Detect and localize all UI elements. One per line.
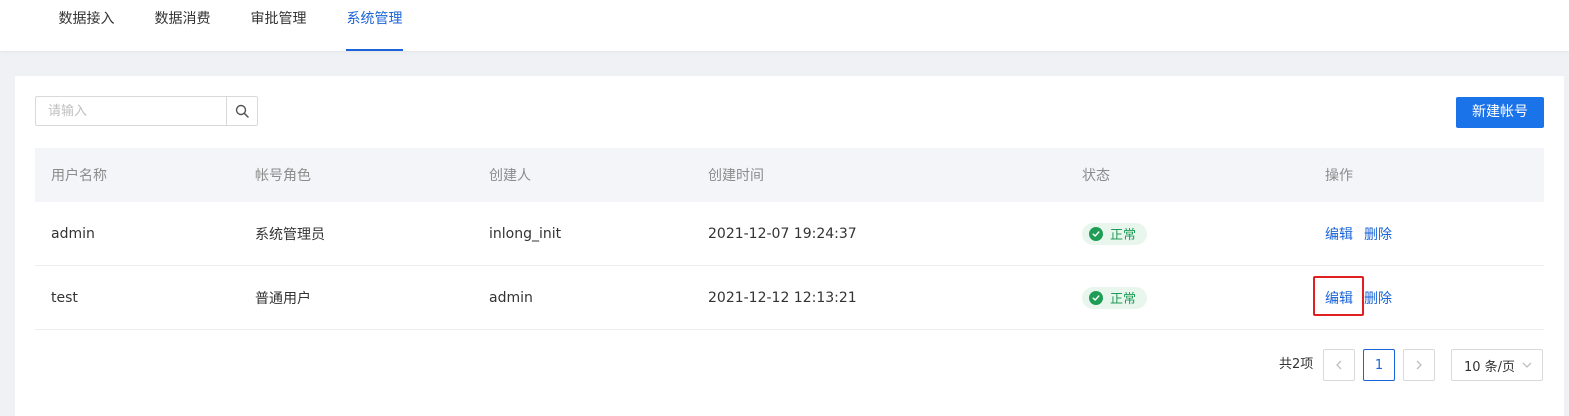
column-header-creator: 创建人 <box>489 168 531 184</box>
cell-status: 正常 <box>1082 202 1148 265</box>
check-circle-icon <box>1089 290 1103 305</box>
create-account-button[interactable]: 新建帐号 <box>1456 97 1544 128</box>
table-row: test 普通用户 admin 2021-12-12 12:13:21 正常 编… <box>35 266 1544 330</box>
chevron-left-icon <box>1336 360 1342 370</box>
table-row: admin 系统管理员 inlong_init 2021-12-07 19:24… <box>35 202 1544 266</box>
pagination-page-1[interactable]: 1 <box>1363 349 1395 381</box>
table-header: 用户名称 帐号角色 创建人 创建时间 状态 操作 <box>35 148 1544 202</box>
cell-username: admin <box>51 225 95 242</box>
cell-role: 普通用户 <box>255 290 311 307</box>
cell-actions: 编辑 删除 <box>1325 266 1392 329</box>
column-header-status: 状态 <box>1082 168 1110 184</box>
pagination-prev-button[interactable] <box>1323 349 1355 381</box>
page-size-value: 10 条/页 <box>1464 359 1516 375</box>
search-input[interactable] <box>36 97 228 125</box>
pagination-next-button[interactable] <box>1403 349 1435 381</box>
column-header-role: 帐号角色 <box>255 168 311 184</box>
status-text: 正常 <box>1110 292 1137 307</box>
cell-username: test <box>51 289 78 306</box>
tab-data-consumption[interactable]: 数据消费 <box>154 0 211 51</box>
status-text: 正常 <box>1110 228 1137 243</box>
chevron-down-icon <box>1522 362 1532 368</box>
pagination: 共2项 1 10 条/页 <box>0 349 1569 381</box>
status-badge: 正常 <box>1082 222 1148 245</box>
tab-data-access[interactable]: 数据接入 <box>58 0 115 51</box>
delete-link[interactable]: 删除 <box>1364 288 1392 308</box>
chevron-right-icon <box>1416 360 1422 370</box>
check-circle-icon <box>1089 226 1103 241</box>
search-icon <box>235 104 249 118</box>
page-size-select[interactable]: 10 条/页 <box>1451 349 1543 381</box>
cell-status: 正常 <box>1082 266 1148 329</box>
cell-creator: inlong_init <box>489 225 562 242</box>
search-button[interactable] <box>226 97 257 125</box>
column-header-created-at: 创建时间 <box>708 168 764 184</box>
edit-link[interactable]: 编辑 <box>1325 288 1353 308</box>
edit-link[interactable]: 编辑 <box>1325 224 1353 244</box>
pagination-total: 共2项 <box>1279 357 1314 372</box>
column-header-username: 用户名称 <box>51 168 107 184</box>
cell-role: 系统管理员 <box>255 226 325 243</box>
cell-creator: admin <box>489 289 533 306</box>
cell-created-at: 2021-12-07 19:24:37 <box>708 225 857 242</box>
delete-link[interactable]: 删除 <box>1364 224 1392 244</box>
accounts-table: 用户名称 帐号角色 创建人 创建时间 状态 操作 admin 系统管理员 inl… <box>35 148 1544 330</box>
tab-approval-management[interactable]: 审批管理 <box>250 0 307 51</box>
cell-created-at: 2021-12-12 12:13:21 <box>708 289 857 306</box>
search-box <box>35 96 258 126</box>
top-nav: 数据接入 数据消费 审批管理 系统管理 <box>0 0 1569 51</box>
status-badge: 正常 <box>1082 286 1148 309</box>
cell-actions: 编辑 删除 <box>1325 202 1392 265</box>
tab-system-management[interactable]: 系统管理 <box>346 0 403 51</box>
column-header-actions: 操作 <box>1325 168 1353 184</box>
